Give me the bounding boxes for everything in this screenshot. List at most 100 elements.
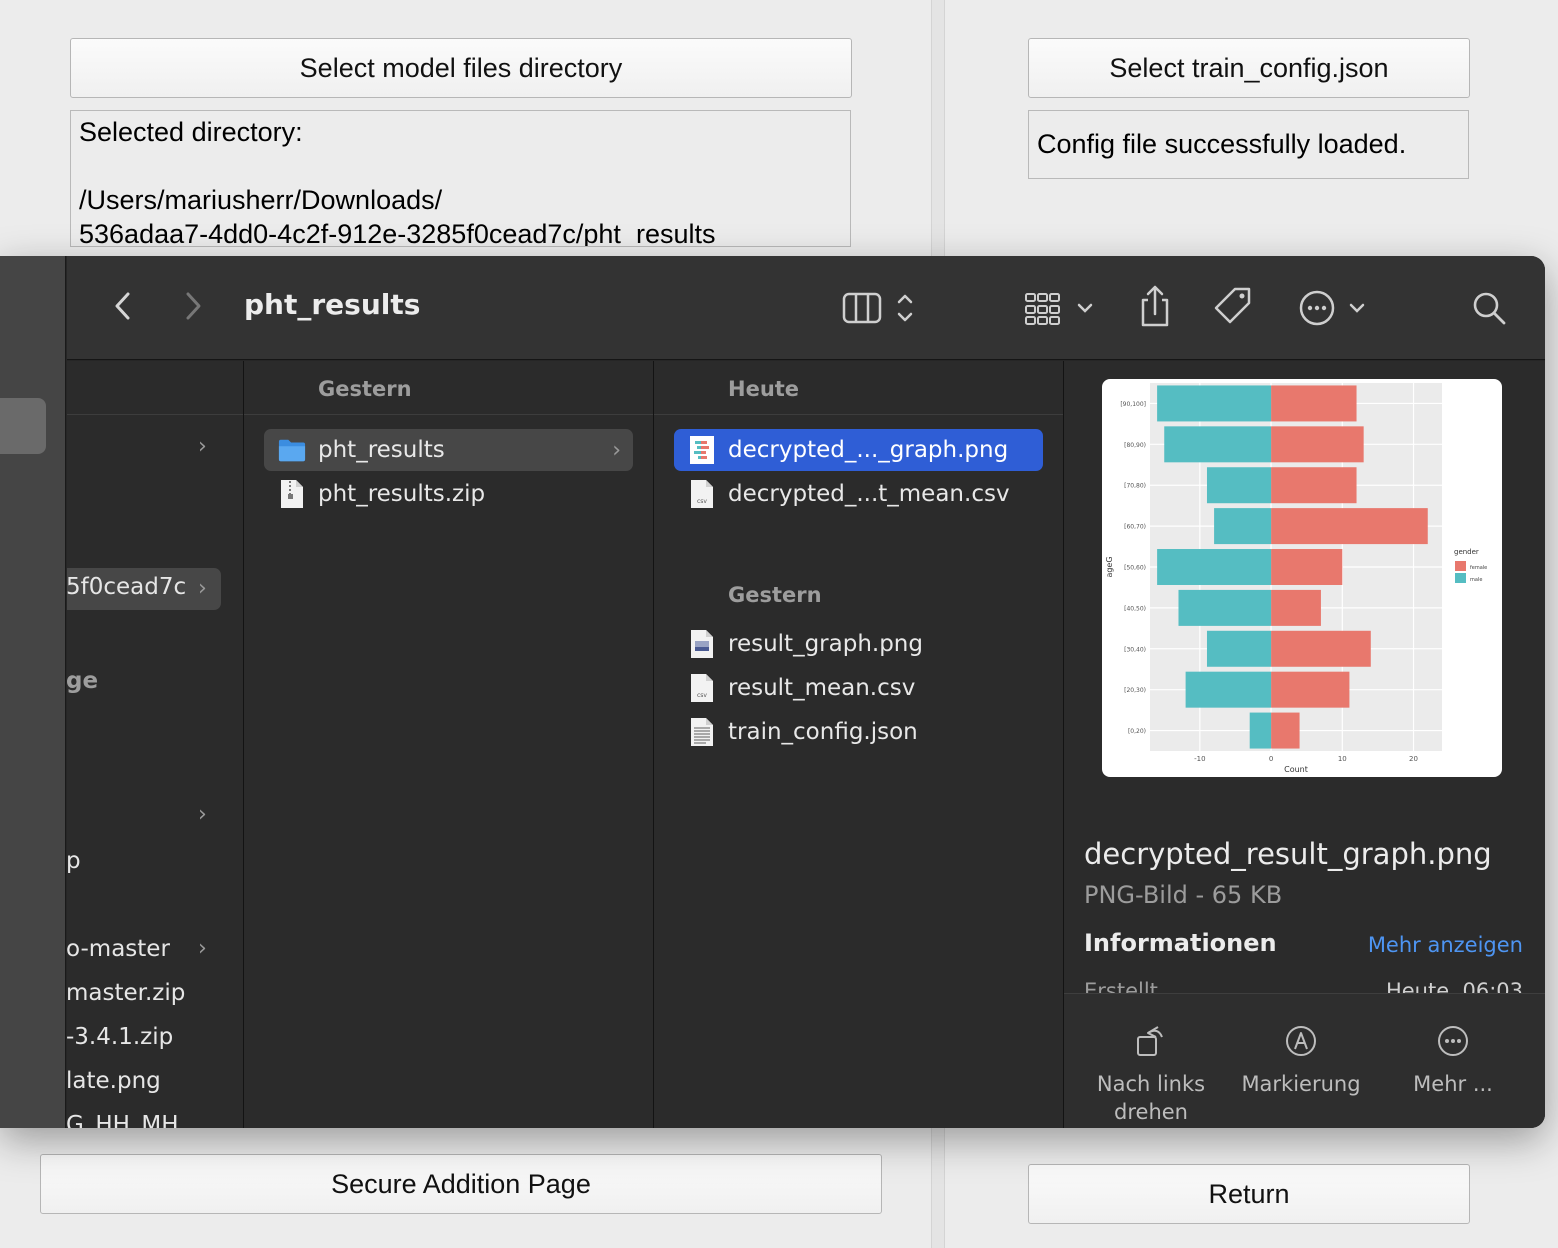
config-status-text: Config file successfully loaded. (1028, 110, 1469, 179)
y-tick-label: [50,60) (1124, 565, 1146, 572)
item-label: train_config.json (728, 719, 918, 745)
window-title: pht_results (244, 288, 421, 321)
list-item[interactable]: result_graph.png (674, 623, 1043, 665)
select-model-dir-button[interactable]: Select model files directory (70, 38, 852, 98)
list-item[interactable]: decrypted_..._graph.png (674, 429, 1043, 471)
column-header: Heute (654, 361, 1063, 415)
preview-file-kind: PNG-Bild - 65 KB (1084, 881, 1283, 909)
y-tick-label: [70,80) (1124, 483, 1146, 490)
info-heading: Informationen (1084, 929, 1277, 957)
group-icon[interactable] (1023, 286, 1099, 330)
list-item[interactable]: late.png (66, 1068, 161, 1094)
preview-pane: -10 0 10 20 [0,20) [20,30) [30,40) [40,50) [50,6… (1064, 361, 1545, 1128)
bar-female (1271, 630, 1371, 667)
csv-file-icon: csv (688, 478, 716, 510)
list-item[interactable]: csv result_mean.csv (674, 667, 1043, 709)
rotate-left-icon (1076, 1022, 1226, 1060)
bar-male (1206, 630, 1272, 667)
action-label: Markierung (1241, 1072, 1361, 1096)
selected-directory-text: Selected directory: /Users/mariusherr/Do… (70, 110, 851, 247)
finder-sidebar[interactable] (0, 256, 66, 1128)
column-pht-results[interactable]: Heute decrypted_..._graph.png csv decryp… (654, 361, 1064, 1128)
list-item[interactable]: G_HH_MH (66, 1112, 179, 1128)
bar-female (1271, 467, 1357, 504)
y-tick-label: [60,70) (1124, 524, 1146, 531)
column-view-icon[interactable] (841, 286, 921, 330)
preview-thumbnail[interactable]: -10 0 10 20 [0,20) [20,30) [30,40) [40,50) [50,6… (1102, 379, 1502, 777)
y-tick-label: [90,100] (1120, 401, 1146, 408)
list-item[interactable]: master.zip (66, 980, 185, 1006)
bar-female (1271, 589, 1321, 626)
tag-icon[interactable] (1211, 284, 1255, 328)
select-config-button[interactable]: Select train_config.json (1028, 38, 1470, 98)
bar-male (1178, 589, 1272, 626)
bar-male (1185, 671, 1272, 708)
bar-female (1271, 671, 1350, 708)
item-label: pht_results (318, 437, 445, 463)
y-tick-label: [0,20) (1128, 728, 1146, 735)
x-tick-label: 20 (1409, 755, 1418, 763)
search-icon[interactable] (1469, 286, 1509, 330)
x-tick-label: 0 (1269, 755, 1273, 763)
json-file-icon (688, 716, 716, 748)
share-icon[interactable] (1135, 282, 1175, 330)
list-item[interactable]: ge (66, 668, 98, 694)
list-item[interactable]: p (66, 848, 81, 874)
bar-female (1271, 426, 1364, 463)
chevron-right-icon: › (198, 802, 207, 827)
legend-key (1455, 561, 1466, 571)
created-value: Heute, 06:03 (1385, 979, 1523, 993)
forward-icon[interactable] (179, 286, 209, 326)
bar-female (1271, 712, 1300, 749)
list-item[interactable]: 5f0cead7c (66, 574, 186, 600)
markup-button[interactable]: Markierung (1226, 1022, 1376, 1098)
bar-female (1271, 549, 1343, 585)
secure-addition-button[interactable]: Secure Addition Page (40, 1154, 882, 1214)
back-icon[interactable] (107, 286, 137, 326)
item-label: decrypted_..._graph.png (728, 437, 1009, 463)
list-item[interactable]: pht_results.zip (264, 473, 633, 515)
bar-male (1214, 508, 1272, 545)
finder-toolbar: pht_results (67, 256, 1545, 360)
legend-key (1455, 573, 1466, 583)
y-axis-label: ageG (1105, 556, 1114, 577)
list-item[interactable]: train_config.json (674, 711, 1043, 753)
csv-badge: csv (697, 692, 707, 699)
zip-file-icon (278, 478, 306, 510)
markup-icon (1226, 1022, 1376, 1060)
item-label: result_mean.csv (728, 675, 916, 701)
x-tick-label: 10 (1338, 755, 1347, 763)
group-header: Gestern (728, 583, 822, 607)
png-file-icon (688, 434, 716, 466)
chevron-right-icon: › (198, 434, 207, 459)
y-tick-label: [40,50) (1124, 605, 1146, 612)
legend-title: gender (1454, 548, 1479, 556)
y-tick-label: [30,40) (1124, 646, 1146, 653)
column-gestern[interactable]: Gestern pht_results › pht_results.zip (244, 361, 654, 1128)
preview-actions: Nach links drehen Markierung Mehr ... (1064, 993, 1545, 1128)
bar-male (1157, 385, 1272, 422)
y-tick-label: [80,90) (1124, 442, 1146, 449)
rotate-left-button[interactable]: Nach links drehen (1076, 1022, 1226, 1126)
bar-male (1249, 712, 1272, 749)
sidebar-selected-item[interactable] (0, 398, 46, 454)
bar-male (1157, 549, 1272, 585)
show-more-link[interactable]: Mehr anzeigen (1368, 933, 1523, 957)
legend-label: female (1470, 565, 1487, 571)
list-item[interactable]: csv decrypted_...t_mean.csv (674, 473, 1043, 515)
preview-file-name: decrypted_result_graph.png (1084, 837, 1492, 871)
preview-chart: -10 0 10 20 [0,20) [20,30) [30,40) [40,50) [50,6… (1105, 383, 1487, 774)
more-actions-button[interactable]: Mehr ... (1378, 1022, 1528, 1098)
return-button[interactable]: Return (1028, 1164, 1470, 1224)
more-icon[interactable] (1295, 286, 1371, 330)
column-parent[interactable] (67, 361, 244, 1128)
list-item[interactable]: o-master (66, 936, 170, 962)
list-item[interactable]: -3.4.1.zip (66, 1024, 173, 1050)
bar-male (1206, 467, 1272, 504)
list-item[interactable]: pht_results › (264, 429, 633, 471)
action-label: Mehr ... (1413, 1072, 1493, 1096)
bar-male (1164, 426, 1272, 463)
item-label: result_graph.png (728, 631, 923, 657)
finder-window: pht_results › 5f0cead7c › ge › p o-maste… (0, 256, 1545, 1128)
created-label: Erstellt (1084, 979, 1158, 993)
